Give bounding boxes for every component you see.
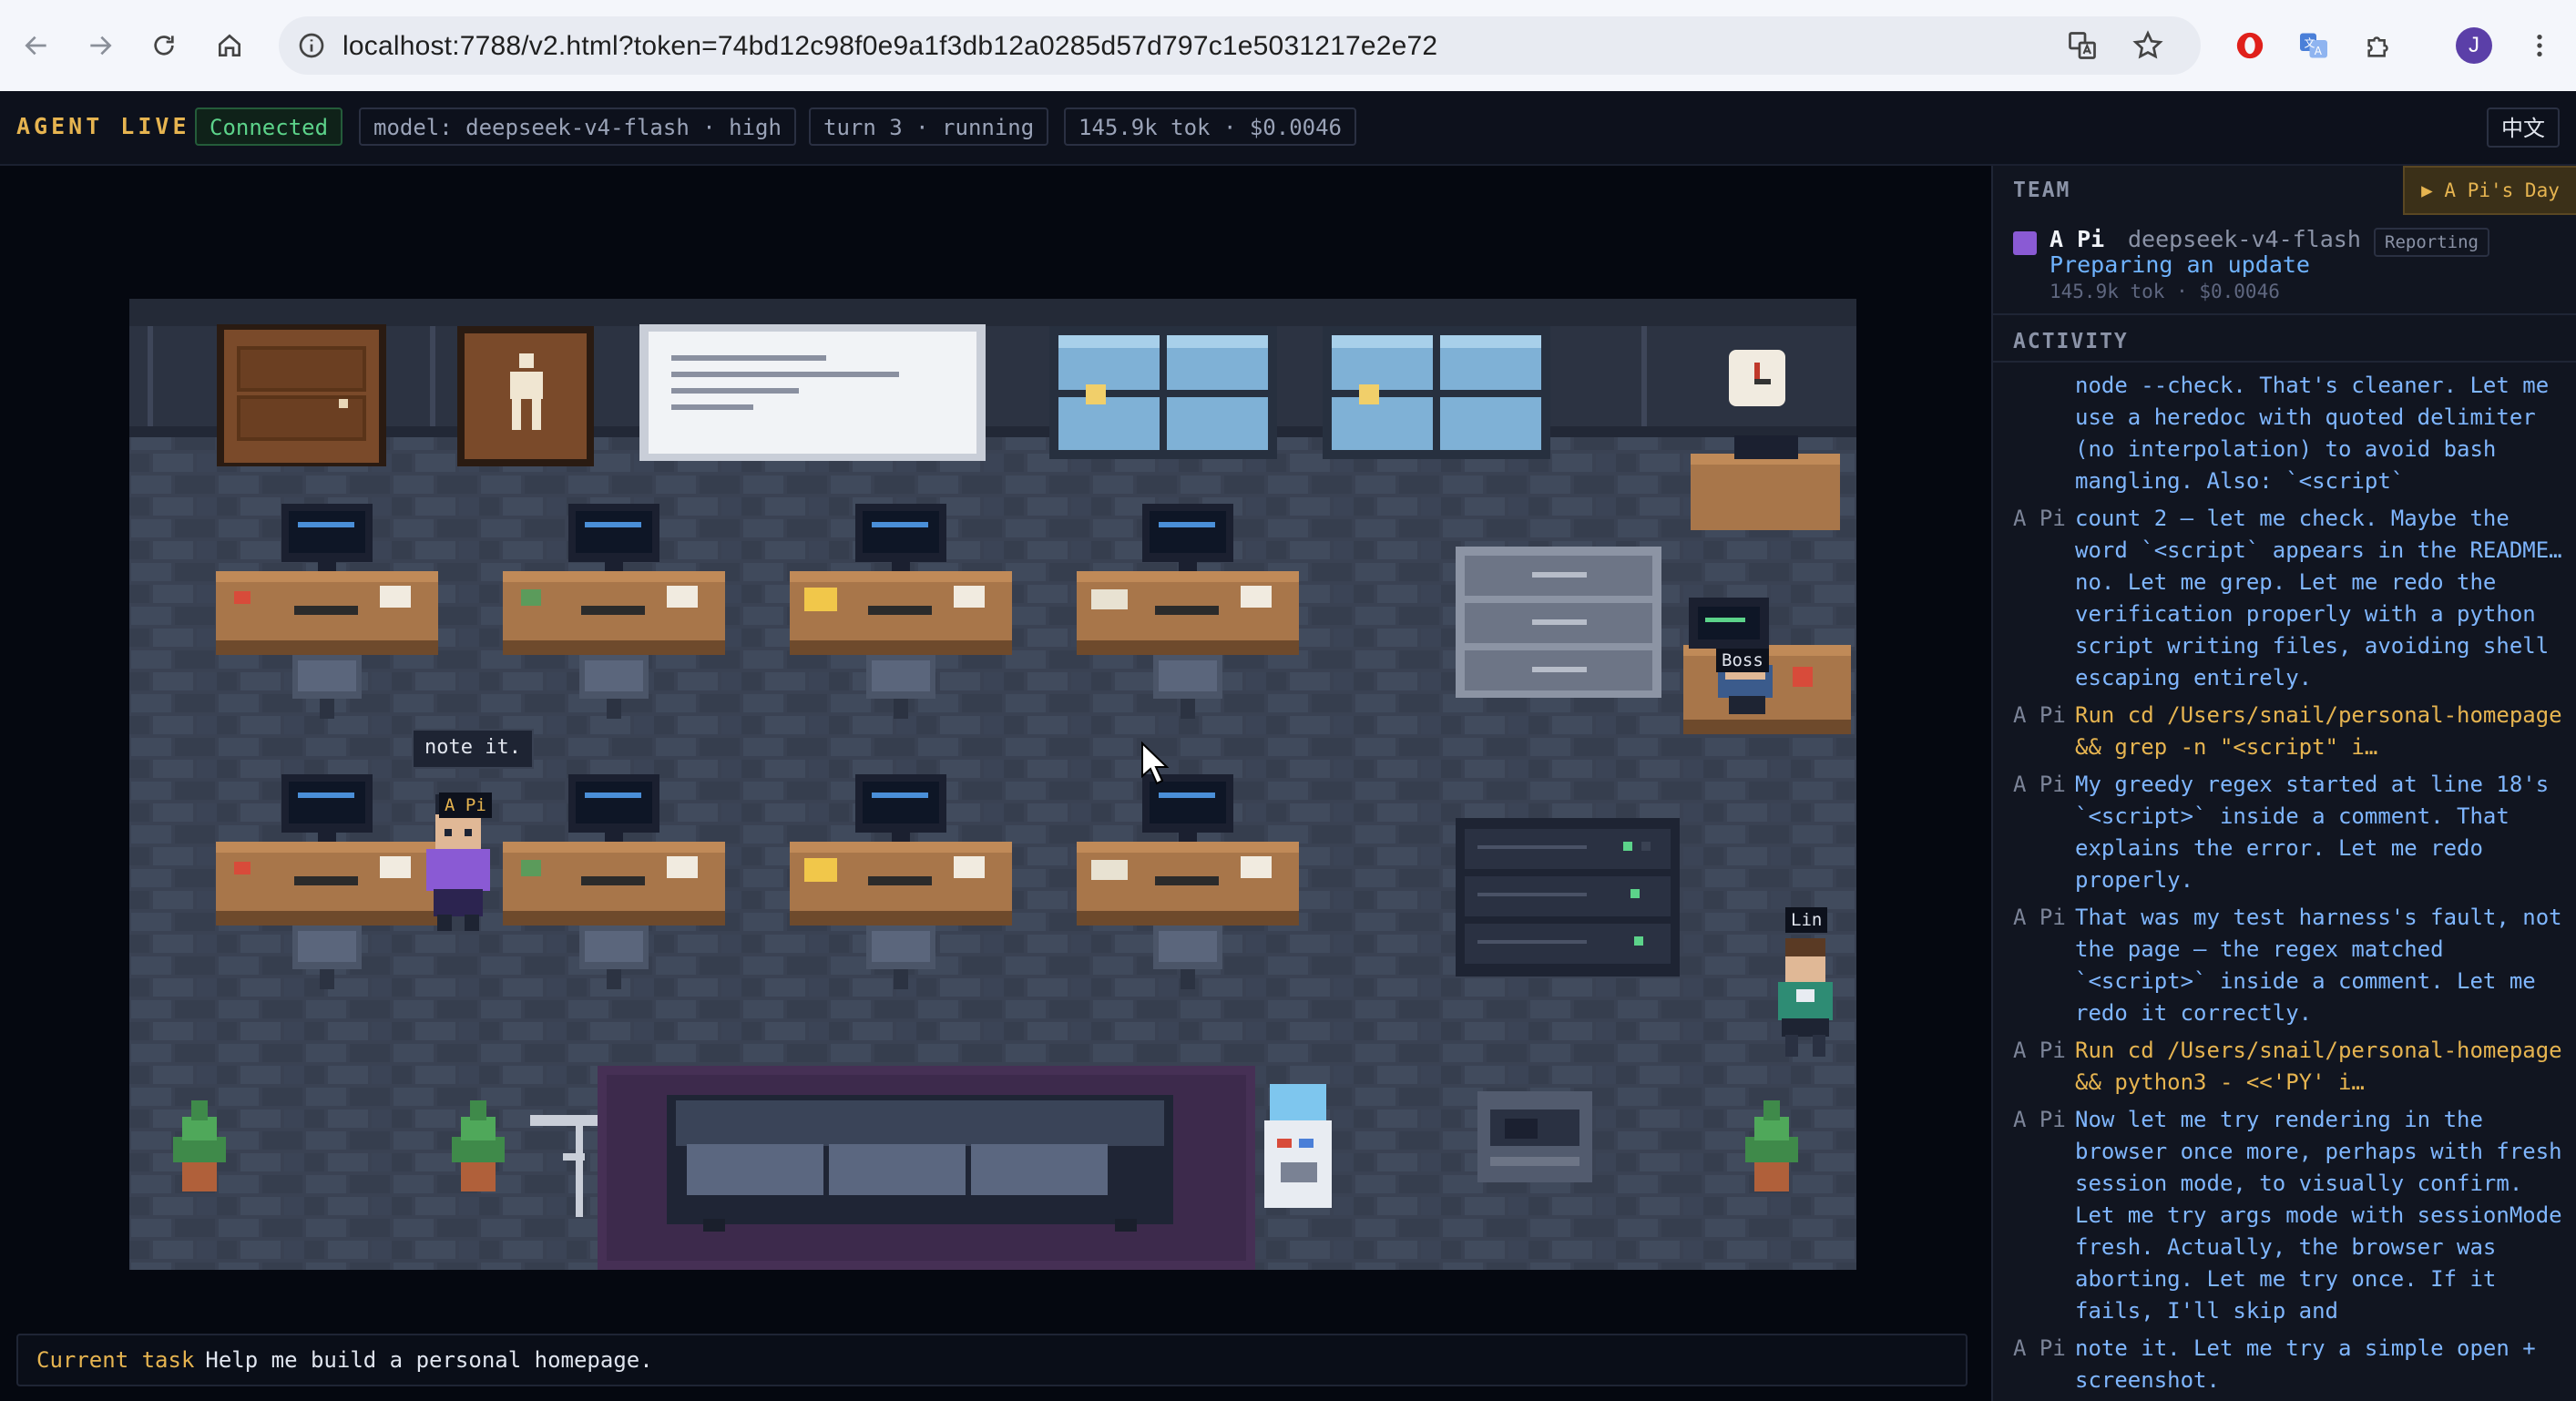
browser-menu-button[interactable] [2518,24,2561,67]
current-task-label: Current task [36,1347,195,1373]
member-token-stats: 145.9k tok · $0.0046 [2050,281,2280,302]
connection-badge: Connected [195,107,343,146]
activity-text: Now let me try rendering in the browser … [2075,1107,2562,1324]
translate-icon[interactable] [2066,29,2099,62]
whiteboard [639,324,986,461]
activity-entry-tool-run[interactable]: A Pi Run cd /Users/snail/personal-homepag… [2013,700,2571,763]
activity-entry: A Pi Now let me try rendering in the brow… [2013,1104,2571,1327]
activity-text: count 2 — let me check. Maybe the word `… [2075,506,2562,690]
window-left [1049,326,1277,459]
game-viewport[interactable]: note it. A Pi Boss Lin Current task Help … [0,166,1991,1401]
token-cost-pill: 145.9k tok · $0.0046 [1064,107,1356,146]
reload-icon [154,36,174,56]
agent-live-label: AGENT LIVE [16,113,190,139]
activity-text: That was my test harness's fault, not th… [2075,905,2562,1026]
url-text[interactable]: localhost:7788/v2.html?token=74bd12c98f0… [342,31,1437,62]
printer [1477,1091,1592,1182]
current-task-bar: Current task Help me build a personal hom… [16,1334,1968,1386]
profile-initial: J [2456,27,2492,64]
back-arrow-icon [25,36,46,56]
filing-cabinet [1456,547,1661,698]
home-icon [219,34,240,56]
address-bar[interactable]: localhost:7788/v2.html?token=74bd12c98f0… [279,16,2201,75]
bookmark-star-icon[interactable] [2131,29,2164,62]
browser-toolbar: localhost:7788/v2.html?token=74bd12c98f0… [0,0,2576,92]
activity-text: My greedy regex started at line 18's `<s… [2075,772,2550,893]
reload-button[interactable] [142,24,186,67]
activity-entry: A Pi note it. Let me try a simple open + … [2013,1333,2571,1396]
activity-text: note it. Let me try a simple open + scre… [2075,1335,2536,1393]
activity-author: A Pi [2013,905,2066,930]
pixel-office-scene[interactable]: note it. A Pi Boss Lin [129,299,1856,1270]
activity-entry-tool-run[interactable]: A Pi Run cd /Users/snail/personal-homepag… [2013,1035,2571,1099]
activity-log[interactable]: node --check. That's cleaner. Let me use… [2013,370,2571,1401]
poster-frame [457,326,594,466]
activity-command-text[interactable]: Run cd /Users/snail/personal-homepage &&… [2075,700,2571,763]
speech-bubble-text: note it. [424,736,521,759]
activity-command-text[interactable]: Run cd /Users/snail/personal-homepage &&… [2075,1035,2571,1099]
side-panel: TEAM ▶ A Pi's Day A Pi deepseek-v4-flash… [1991,166,2576,1401]
member-status-badge: Reporting [2374,228,2489,257]
kebab-menu-icon [2537,35,2542,56]
activity-author: A Pi [2013,1038,2066,1063]
agent-day-button[interactable]: ▶ A Pi's Day [2403,166,2576,215]
model-pill: model: deepseek-v4-flash · high [359,107,796,146]
divider [1993,361,2576,363]
member-current-activity: Preparing an update [2050,251,2310,278]
activity-entry: node --check. That's cleaner. Let me use… [2013,370,2571,497]
activity-heading: ACTIVITY [2013,330,2129,353]
profile-avatar[interactable]: J [2452,24,2496,67]
server-rack [1456,818,1680,977]
activity-author: A Pi [2013,1107,2066,1132]
member-name: A Pi [2050,226,2105,252]
divider [1993,313,2576,315]
activity-author: A Pi [2013,702,2066,728]
activity-text: node --check. That's cleaner. Let me use… [2075,373,2550,494]
home-button[interactable] [208,24,251,67]
svg-text:文: 文 [2305,36,2315,50]
window-right [1323,326,1550,459]
current-task-text: Help me build a personal homepage. [205,1347,653,1373]
character-label-a-pi: A Pi [439,793,492,818]
activity-author: A Pi [2013,772,2066,797]
activity-entry: A Pi count 2 — let me check. Maybe the wo… [2013,503,2571,694]
activity-entry: A Pi My greedy regex started at line 18's… [2013,769,2571,896]
member-model: deepseek-v4-flash [2128,226,2361,252]
opera-extension-icon[interactable] [2228,24,2272,67]
wooden-door [217,324,386,466]
activity-entry: A Pi That was my test harness's fault, no… [2013,902,2571,1029]
extensions-puzzle-icon[interactable] [2357,24,2401,67]
forward-button[interactable] [78,24,122,67]
activity-author: A Pi [2013,1335,2066,1361]
character-label-boss: Boss [1716,649,1769,672]
language-toggle-button[interactable]: 中文 [2487,107,2560,148]
speech-bubble: note it. [412,729,534,769]
turn-pill: turn 3 · running [809,107,1049,146]
translator-extension-icon[interactable]: 文A [2292,24,2336,67]
activity-author: A Pi [2013,506,2066,531]
team-member-card[interactable]: A Pi deepseek-v4-flash Reporting Prepari… [2013,224,2560,324]
agent-status-bar: AGENT LIVE Connected model: deepseek-v4-… [0,91,2576,166]
forward-arrow-icon [90,36,112,56]
water-cooler [1264,1084,1332,1208]
wall-clock [1729,350,1785,406]
back-button[interactable] [15,24,58,67]
character-label-lin: Lin [1785,907,1828,933]
member-color-swatch [2013,231,2037,255]
svg-text:A: A [2315,45,2323,57]
site-info-icon[interactable] [297,31,326,60]
team-heading: TEAM [2013,179,2071,202]
sofa [667,1095,1173,1232]
